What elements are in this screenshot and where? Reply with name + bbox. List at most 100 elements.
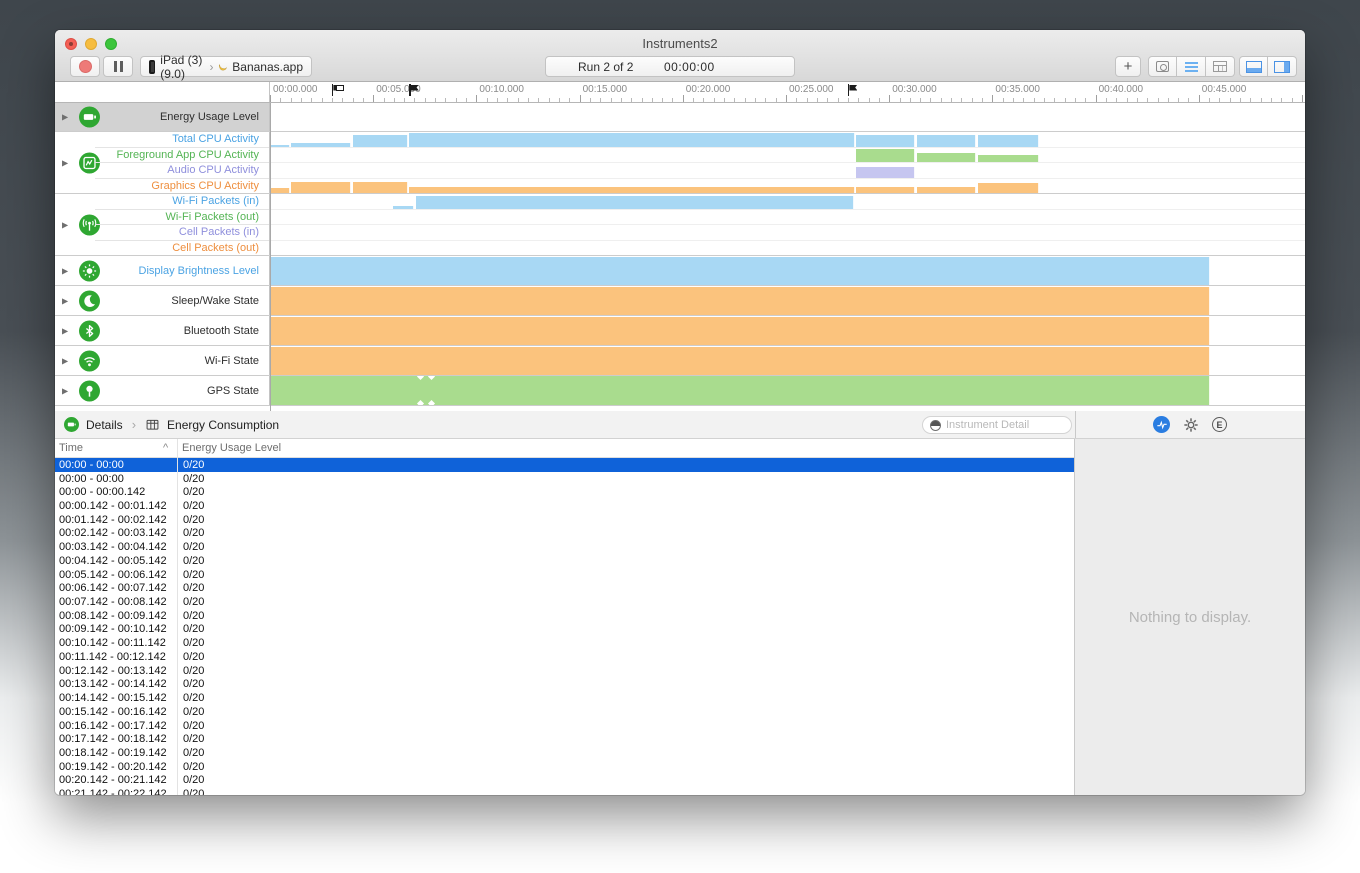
add-instrument-button[interactable]: + bbox=[1115, 56, 1141, 77]
table-row[interactable]: 00:16.142 - 00:17.1420/20 bbox=[55, 719, 1074, 733]
disclosure-triangle-icon[interactable]: ▶ bbox=[62, 296, 68, 305]
gear-icon[interactable] bbox=[1183, 417, 1199, 433]
pause-button[interactable] bbox=[103, 56, 133, 77]
breadcrumb-details[interactable]: Details bbox=[86, 418, 123, 432]
chart-segment[interactable] bbox=[393, 206, 415, 209]
table-row[interactable]: 00:08.142 - 00:09.1420/20 bbox=[55, 609, 1074, 623]
track-label-cell[interactable]: ▶Wi-Fi State bbox=[55, 346, 270, 375]
chart-segment[interactable] bbox=[917, 153, 977, 162]
extended-detail-inspector-button[interactable]: E bbox=[1212, 417, 1227, 432]
chart-segment[interactable] bbox=[978, 155, 1039, 162]
track-label-cell[interactable]: ▶Display Brightness Level bbox=[55, 256, 270, 285]
table-row[interactable]: 00:15.142 - 00:16.1420/20 bbox=[55, 705, 1074, 719]
chart-segment[interactable] bbox=[409, 187, 854, 193]
table-row[interactable]: 00:09.142 - 00:10.1420/20 bbox=[55, 623, 1074, 637]
track-chart-area[interactable] bbox=[270, 286, 1305, 315]
toggle-right-pane-button[interactable] bbox=[1268, 56, 1297, 77]
extended-detail-view-button[interactable] bbox=[1206, 56, 1235, 77]
table-row[interactable]: 00:11.142 - 00:12.1420/20 bbox=[55, 650, 1074, 664]
track-chart-area[interactable] bbox=[270, 316, 1305, 345]
table-row[interactable]: 00:19.142 - 00:20.1420/20 bbox=[55, 760, 1074, 774]
sort-ascending-icon[interactable]: ^ bbox=[163, 442, 182, 454]
chart-segment[interactable] bbox=[409, 133, 854, 147]
chart-segment[interactable] bbox=[270, 188, 290, 193]
chart-segment[interactable] bbox=[856, 167, 915, 178]
minimize-button[interactable] bbox=[85, 38, 97, 50]
flag-marker-icon[interactable] bbox=[332, 84, 342, 97]
chart-segment[interactable] bbox=[856, 135, 915, 147]
table-row[interactable]: 00:20.142 - 00:21.1420/20 bbox=[55, 774, 1074, 788]
chart-segment[interactable] bbox=[270, 257, 1210, 285]
target-selector[interactable]: iPad (3) (9.0) › Bananas.app bbox=[140, 56, 312, 77]
table-row[interactable]: 00:02.142 - 00:03.1420/20 bbox=[55, 527, 1074, 541]
chart-segment[interactable] bbox=[917, 187, 977, 193]
record-settings-view-button[interactable] bbox=[1148, 56, 1177, 77]
flag-marker-icon[interactable] bbox=[409, 84, 419, 97]
disclosure-triangle-icon[interactable]: ▶ bbox=[62, 266, 68, 275]
chart-segment[interactable] bbox=[270, 145, 290, 147]
column-header-time[interactable]: Time bbox=[55, 442, 163, 454]
chart-segment[interactable] bbox=[856, 149, 915, 162]
table-row[interactable]: 00:14.142 - 00:15.1420/20 bbox=[55, 691, 1074, 705]
table-row[interactable]: 00:06.142 - 00:07.1420/20 bbox=[55, 581, 1074, 595]
track-chart-area[interactable] bbox=[270, 103, 1305, 131]
chart-segment[interactable] bbox=[291, 182, 351, 193]
table-row[interactable]: 00:00.142 - 00:01.1420/20 bbox=[55, 499, 1074, 513]
track-chart-area[interactable] bbox=[270, 376, 1305, 405]
record-button[interactable] bbox=[70, 56, 100, 77]
track-label-cell[interactable]: ▶Bluetooth State bbox=[55, 316, 270, 345]
table-row[interactable]: 00:21.142 - 00:22.1420/20 bbox=[55, 787, 1074, 795]
table-row[interactable]: 00:13.142 - 00:14.1420/20 bbox=[55, 678, 1074, 692]
track-chart-area[interactable] bbox=[270, 256, 1305, 285]
disclosure-triangle-icon[interactable]: ▶ bbox=[62, 113, 68, 122]
chart-segment[interactable] bbox=[353, 182, 408, 193]
playhead-line[interactable] bbox=[270, 103, 271, 411]
track-label-cell[interactable]: ▶GPS State bbox=[55, 376, 270, 405]
track-chart-area[interactable] bbox=[270, 194, 1305, 255]
track-label-cell[interactable]: ▶Energy Usage Level bbox=[55, 103, 270, 131]
search-scope-icon[interactable] bbox=[930, 420, 941, 431]
table-row[interactable]: 00:00 - 00:000/20 bbox=[55, 472, 1074, 486]
chart-segment[interactable] bbox=[270, 376, 1210, 405]
disclosure-triangle-icon[interactable]: ▶ bbox=[62, 386, 68, 395]
track-label-cell[interactable]: ▶Sleep/Wake State bbox=[55, 286, 270, 315]
track-chart-area[interactable] bbox=[270, 346, 1305, 375]
chart-segment[interactable] bbox=[270, 287, 1210, 315]
toggle-bottom-pane-button[interactable] bbox=[1239, 56, 1268, 77]
table-row[interactable]: 00:00 - 00:00.1420/20 bbox=[55, 485, 1074, 499]
table-row[interactable]: 00:04.142 - 00:05.1420/20 bbox=[55, 554, 1074, 568]
chart-segment[interactable] bbox=[416, 196, 855, 209]
disclosure-triangle-icon[interactable]: ▶ bbox=[62, 326, 68, 335]
chart-segment[interactable] bbox=[353, 135, 408, 147]
timeline-ruler[interactable]: 00:00.00000:05.00000:10.00000:15.00000:2… bbox=[270, 82, 1305, 102]
table-row[interactable]: 00:17.142 - 00:18.1420/20 bbox=[55, 732, 1074, 746]
table-row[interactable]: 00:07.142 - 00:08.1420/20 bbox=[55, 595, 1074, 609]
chart-segment[interactable] bbox=[270, 317, 1210, 345]
track-label-cell[interactable]: ▶Total CPU ActivityForeground App CPU Ac… bbox=[55, 132, 270, 193]
chart-segment[interactable] bbox=[856, 187, 915, 193]
column-header-energy[interactable]: Energy Usage Level bbox=[182, 442, 281, 454]
zoom-button[interactable] bbox=[105, 38, 117, 50]
track-chart-area[interactable] bbox=[270, 132, 1305, 193]
chart-segment[interactable] bbox=[291, 143, 351, 147]
chart-segment[interactable] bbox=[917, 135, 977, 147]
chart-segment[interactable] bbox=[978, 135, 1039, 147]
table-row[interactable]: 00:18.142 - 00:19.1420/20 bbox=[55, 746, 1074, 760]
table-row[interactable]: 00:12.142 - 00:13.1420/20 bbox=[55, 664, 1074, 678]
close-button[interactable] bbox=[65, 38, 77, 50]
table-row[interactable]: 00:03.142 - 00:04.1420/20 bbox=[55, 540, 1074, 554]
chart-segment[interactable] bbox=[270, 347, 1210, 375]
track-label-cell[interactable]: ▶Wi-Fi Packets (in)Wi-Fi Packets (out)Ce… bbox=[55, 194, 270, 255]
record-settings-inspector-button[interactable] bbox=[1153, 416, 1170, 433]
table-row[interactable]: 00:05.142 - 00:06.1420/20 bbox=[55, 568, 1074, 582]
disclosure-triangle-icon[interactable]: ▶ bbox=[62, 158, 68, 167]
table-row[interactable]: 00:01.142 - 00:02.1420/20 bbox=[55, 513, 1074, 527]
table-row[interactable]: 00:00 - 00:000/20 bbox=[55, 458, 1074, 472]
titlebar[interactable]: Instruments2 bbox=[55, 30, 1305, 55]
list-view-button[interactable] bbox=[1177, 56, 1206, 77]
breadcrumb-current[interactable]: Energy Consumption bbox=[167, 418, 279, 432]
table-row[interactable]: 00:10.142 - 00:11.1420/20 bbox=[55, 636, 1074, 650]
disclosure-triangle-icon[interactable]: ▶ bbox=[62, 220, 68, 229]
run-indicator[interactable]: Run 2 of 2 00:00:00 bbox=[545, 56, 795, 77]
disclosure-triangle-icon[interactable]: ▶ bbox=[62, 356, 68, 365]
